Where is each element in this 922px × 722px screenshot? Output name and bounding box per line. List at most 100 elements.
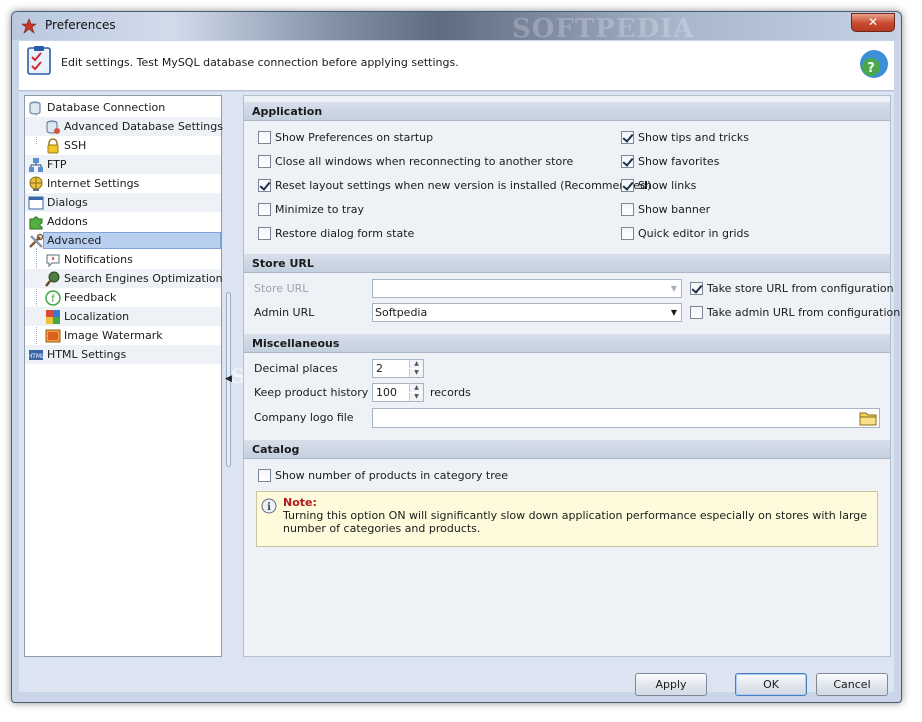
checkbox-label: Minimize to tray <box>275 203 365 216</box>
checkbox-box[interactable] <box>690 282 703 295</box>
puzzle-icon <box>29 216 43 229</box>
checkbox-quick-editor[interactable]: Quick editor in grids <box>621 227 749 240</box>
tree-item-label: Addons <box>47 215 88 228</box>
help-icon[interactable]: ? <box>858 48 890 80</box>
tree-item-html-settings[interactable]: HTML HTML Settings <box>25 345 221 364</box>
checkbox-box[interactable] <box>690 306 703 319</box>
network-icon <box>29 157 43 172</box>
section-store-url: Store URL <box>244 254 890 273</box>
checkbox-label: Show links <box>638 179 697 192</box>
section-application: Application <box>244 102 890 121</box>
localization-icon <box>46 309 60 324</box>
chevron-down-icon[interactable]: ▼ <box>671 280 677 297</box>
tree-item-label: FTP <box>47 158 67 171</box>
checkbox-box[interactable] <box>258 227 271 240</box>
checkbox-box[interactable] <box>621 131 634 144</box>
dialog-icon <box>28 196 44 209</box>
checkbox-box[interactable] <box>258 155 271 168</box>
tree-item-advanced-database-settings[interactable]: Advanced Database Settings <box>25 117 223 136</box>
checkbox-take-admin-url[interactable]: Take admin URL from configuration <box>690 306 900 319</box>
database-settings-icon <box>46 120 60 134</box>
store-url-combo[interactable]: ▼ <box>372 279 682 298</box>
checkbox-box[interactable] <box>621 203 634 216</box>
title-bar[interactable]: SOFTPEDIA Preferences ✕ <box>12 12 901 44</box>
checkbox-show-preferences[interactable]: Show Preferences on startup <box>258 131 433 144</box>
checkbox-box[interactable] <box>621 179 634 192</box>
tree-item-ftp[interactable]: FTP <box>25 155 221 174</box>
tree-item-feedback[interactable]: f Feedback <box>25 288 221 307</box>
checkbox-label: Take admin URL from configuration <box>707 306 901 319</box>
spin-down-icon[interactable]: ▼ <box>409 393 423 401</box>
note-box: i Note: Turning this option ON will sign… <box>256 491 878 547</box>
checkbox-restore-dialog[interactable]: Restore dialog form state <box>258 227 414 240</box>
checkbox-label: Show number of products in category tree <box>275 469 509 482</box>
checkbox-take-store-url[interactable]: Take store URL from configuration <box>690 282 894 295</box>
tree-item-addons[interactable]: Addons <box>25 212 221 231</box>
spin-up-icon[interactable]: ▲ <box>409 360 423 368</box>
checkbox-show-favorites[interactable]: Show favorites <box>621 155 719 168</box>
section-catalog: Catalog <box>244 440 890 459</box>
tree-item-dialogs[interactable]: Dialogs <box>25 193 221 212</box>
ok-button[interactable]: OK <box>735 673 807 696</box>
combo-value: Softpedia <box>375 306 428 319</box>
tree-item-database-connection[interactable]: Database Connection <box>25 98 221 117</box>
apply-button[interactable]: Apply <box>635 673 707 696</box>
checkbox-label: Show tips and tricks <box>638 131 749 144</box>
checkbox-box[interactable] <box>258 203 271 216</box>
section-miscellaneous: Miscellaneous <box>244 334 890 353</box>
settings-tree[interactable]: Database Connection Advanced Database Se… <box>24 95 223 657</box>
checkbox-label: Restore dialog form state <box>275 227 415 240</box>
chevron-down-icon[interactable]: ▼ <box>671 304 677 321</box>
notification-icon <box>46 254 60 267</box>
checkbox-reset-layout[interactable]: Reset layout settings when new version i… <box>258 179 651 192</box>
note-text: Turning this option ON will significantl… <box>283 509 868 535</box>
company-logo-field[interactable] <box>372 408 880 428</box>
checkbox-show-product-count[interactable]: Show number of products in category tree <box>258 469 508 482</box>
tree-item-label: Image Watermark <box>64 329 163 342</box>
checkbox-minimize-tray[interactable]: Minimize to tray <box>258 203 364 216</box>
svg-text:HTML: HTML <box>28 353 44 360</box>
tree-item-image-watermark[interactable]: Image Watermark <box>25 326 221 345</box>
svg-text:f: f <box>51 294 55 305</box>
tree-item-ssh[interactable]: SSH <box>25 136 221 155</box>
tree-item-label: HTML Settings <box>47 348 127 361</box>
decimal-places-spinner[interactable]: 2 ▲ ▼ <box>372 359 424 378</box>
seo-icon <box>45 271 60 287</box>
close-button[interactable]: ✕ <box>851 13 895 32</box>
tree-item-label: Search Engines Optimization <box>64 272 223 285</box>
cancel-button[interactable]: Cancel <box>816 673 888 696</box>
checkbox-show-banner[interactable]: Show banner <box>621 203 710 216</box>
checkbox-box[interactable] <box>621 155 634 168</box>
preferences-window: SOFTPEDIA Preferences ✕ Edit settings. T… <box>11 11 902 703</box>
checkbox-label: Quick editor in grids <box>638 227 750 240</box>
tools-icon <box>29 233 44 248</box>
tree-item-label: Feedback <box>64 291 117 304</box>
checkbox-close-windows[interactable]: Close all windows when reconnecting to a… <box>258 155 573 168</box>
folder-icon[interactable] <box>859 410 877 426</box>
checkbox-box[interactable] <box>258 131 271 144</box>
checkbox-label: Show Preferences on startup <box>275 131 434 144</box>
admin-url-combo[interactable]: Softpedia ▼ <box>372 303 682 322</box>
checkbox-label: Take store URL from configuration <box>707 282 894 295</box>
store-url-label: Store URL <box>254 282 309 295</box>
tree-item-localization[interactable]: Localization <box>25 307 221 326</box>
checkbox-box[interactable] <box>621 227 634 240</box>
checkbox-label: Show favorites <box>638 155 720 168</box>
tree-item-seo[interactable]: Search Engines Optimization <box>25 269 223 288</box>
spin-down-icon[interactable]: ▼ <box>409 369 423 377</box>
checkbox-label: Close all windows when reconnecting to a… <box>275 155 574 168</box>
product-history-spinner[interactable]: 100 ▲ ▼ <box>372 383 424 402</box>
checkbox-show-tips[interactable]: Show tips and tricks <box>621 131 749 144</box>
checkbox-box[interactable] <box>258 179 271 192</box>
lock-icon <box>47 137 59 153</box>
checkbox-box[interactable] <box>258 469 271 482</box>
tree-item-internet-settings[interactable]: Internet Settings <box>25 174 221 193</box>
tree-item-advanced[interactable]: Advanced <box>25 231 221 250</box>
product-history-label: Keep product history of <box>254 386 383 399</box>
spin-up-icon[interactable]: ▲ <box>409 384 423 392</box>
tree-item-notifications[interactable]: Notifications <box>25 250 221 269</box>
info-icon: i <box>261 498 277 514</box>
admin-url-label: Admin URL <box>254 306 315 319</box>
checkbox-show-links[interactable]: Show links <box>621 179 696 192</box>
checklist-icon <box>27 46 51 75</box>
